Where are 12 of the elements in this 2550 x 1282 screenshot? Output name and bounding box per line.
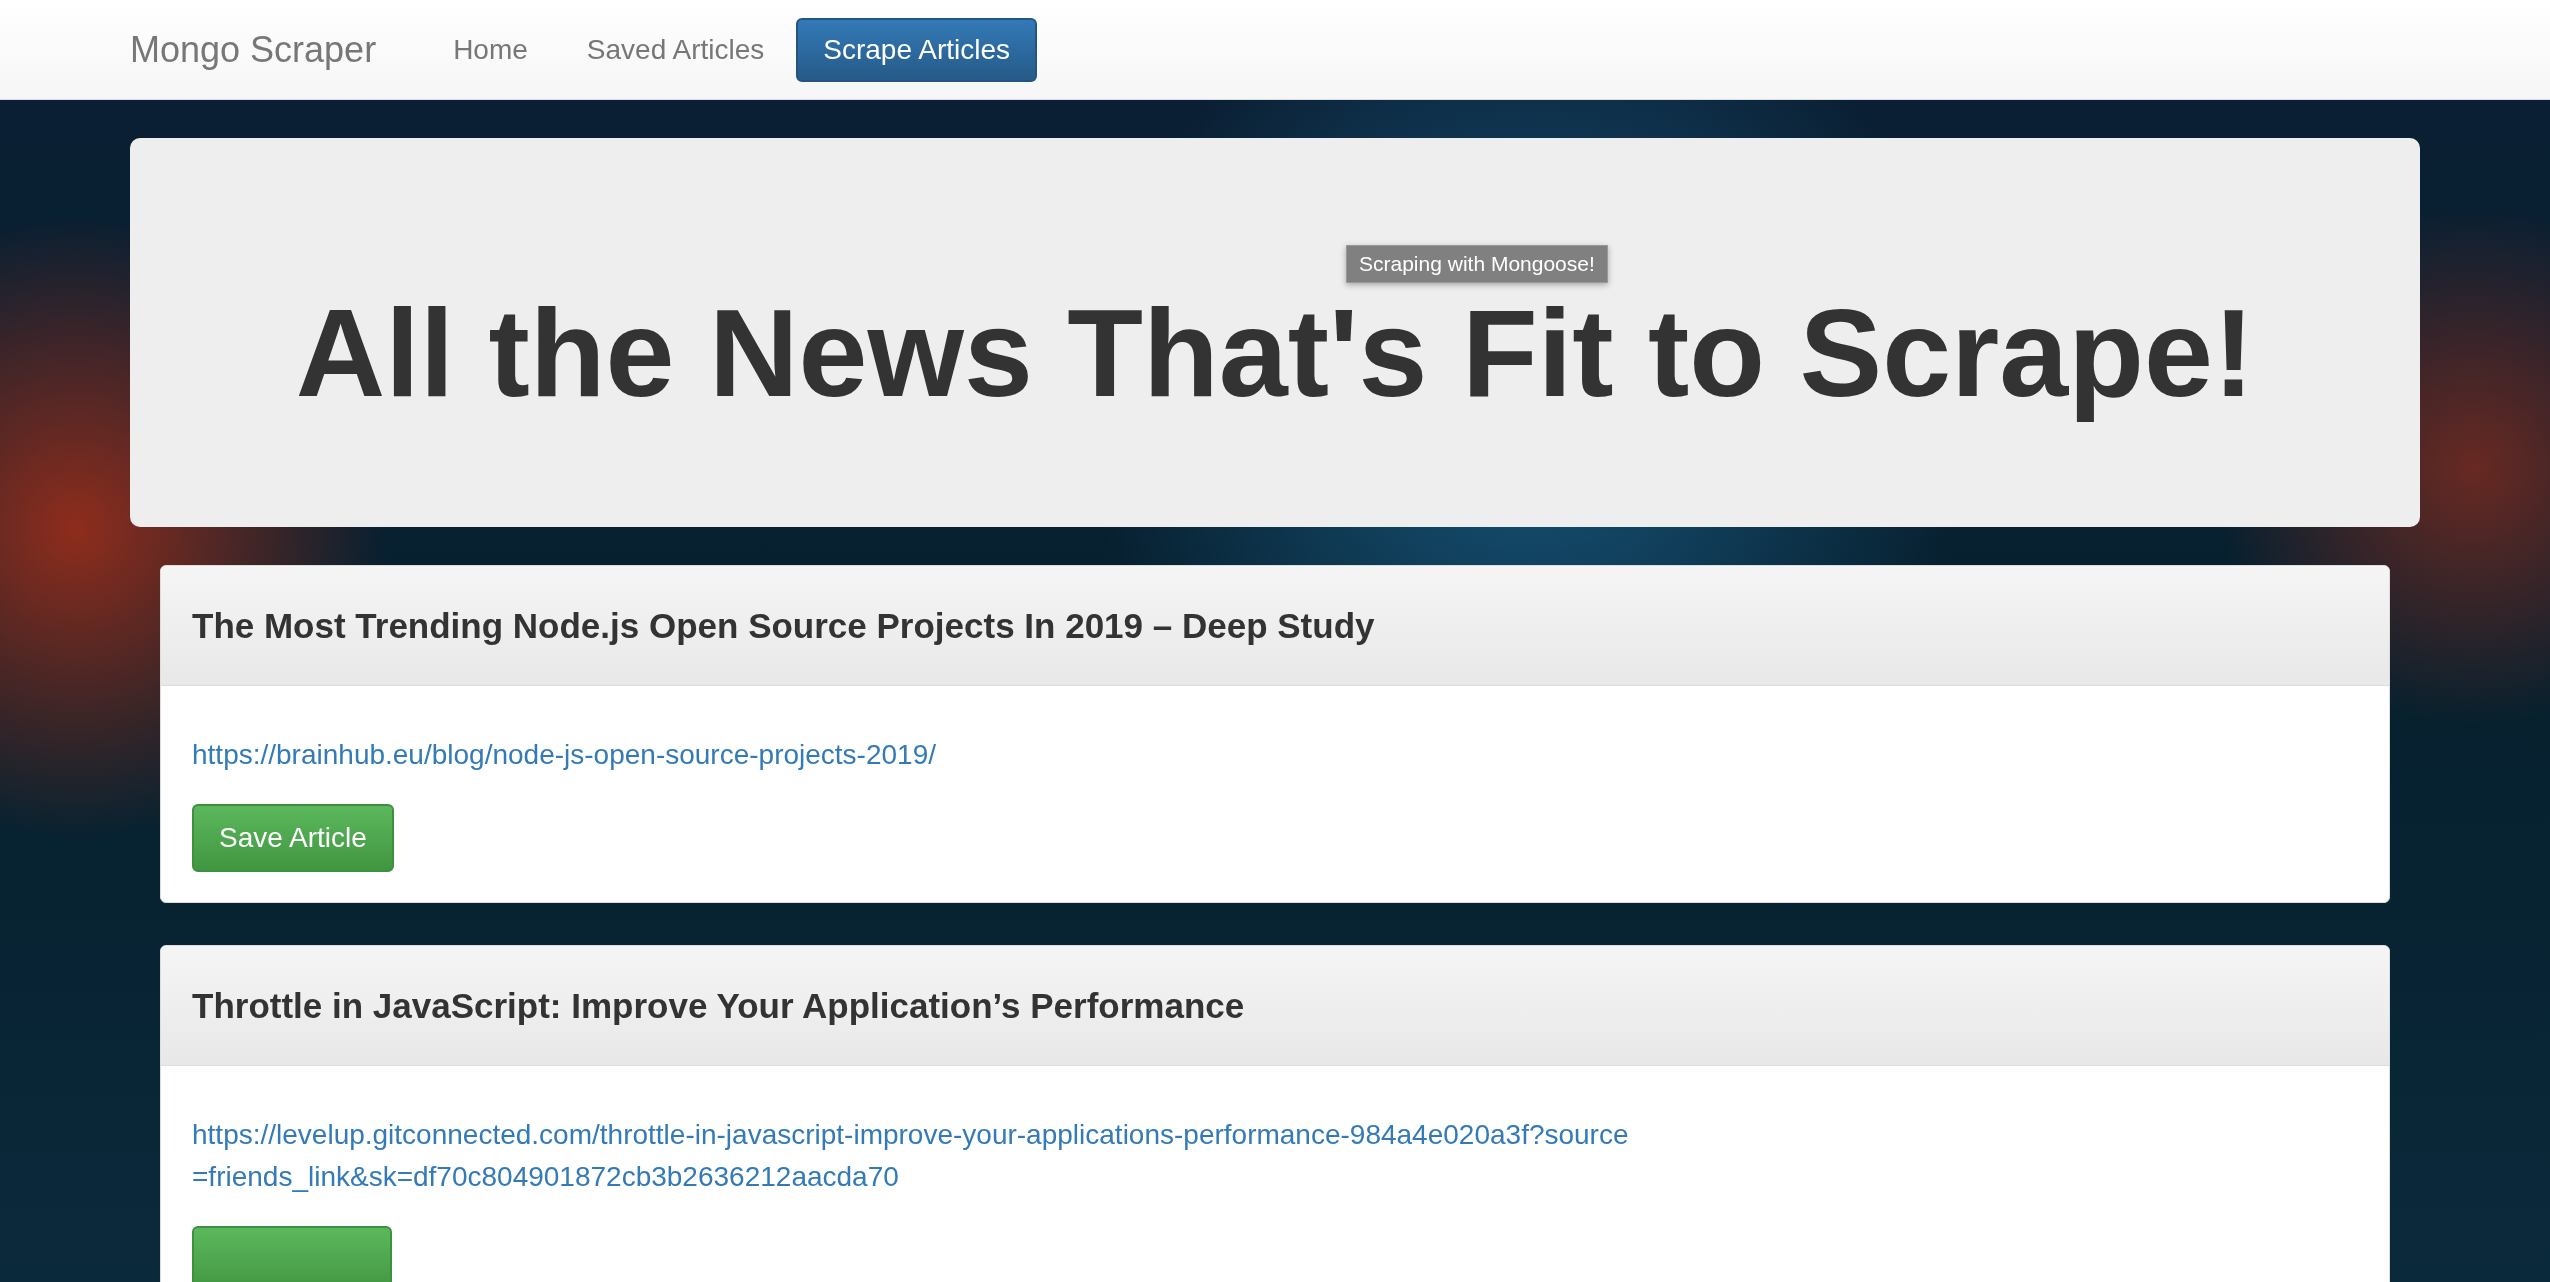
nav-link[interactable]: Home xyxy=(426,17,555,82)
page-heading: All the News That's Fit to Scrape! xyxy=(295,282,2255,424)
article-title: The Most Trending Node.js Open Source Projects In 2019 – Deep Study xyxy=(192,605,1375,646)
tooltip: Scraping with Mongoose! xyxy=(1346,245,1608,283)
save-button[interactable]: Save Article xyxy=(192,804,394,872)
nav-link[interactable]: Saved Articles xyxy=(559,17,792,82)
nav-link[interactable]: Scrape Articles xyxy=(796,17,1037,82)
brand-title: Mongo Scraper xyxy=(130,28,377,71)
article-link[interactable]: https://levelup.gitconnected.com/throttle-in-javascript-improve-your-applications-performance-984a4e020a3f?source=friends_link&sk=df70c804901872cb3b2636212aacda70 xyxy=(192,1114,1642,1198)
save-button[interactable] xyxy=(192,1226,392,1282)
article-link[interactable]: https://brainhub.eu/blog/node-js-open-source-projects-2019/ xyxy=(192,734,936,776)
article-title: Throttle in JavaScript: Improve Your Application’s Performance xyxy=(192,985,1245,1026)
